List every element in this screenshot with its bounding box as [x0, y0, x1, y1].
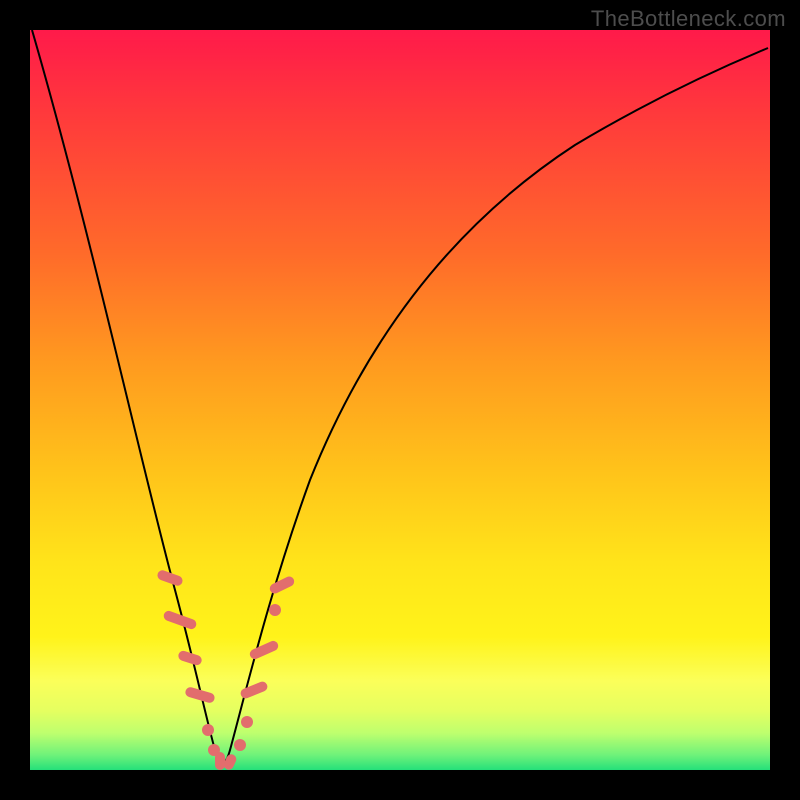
- sample-dot: [234, 739, 246, 751]
- chart-svg: [30, 30, 770, 770]
- sample-dot: [269, 604, 281, 616]
- sample-pill: [268, 575, 296, 595]
- bottleneck-curve: [32, 30, 768, 762]
- chart-frame: TheBottleneck.com: [0, 0, 800, 800]
- sample-pill: [215, 752, 225, 770]
- sample-dot: [202, 724, 214, 736]
- sample-pill: [239, 680, 269, 700]
- sample-dot: [241, 716, 253, 728]
- watermark-text: TheBottleneck.com: [591, 6, 786, 32]
- plot-area: [30, 30, 770, 770]
- sample-pill: [248, 639, 279, 660]
